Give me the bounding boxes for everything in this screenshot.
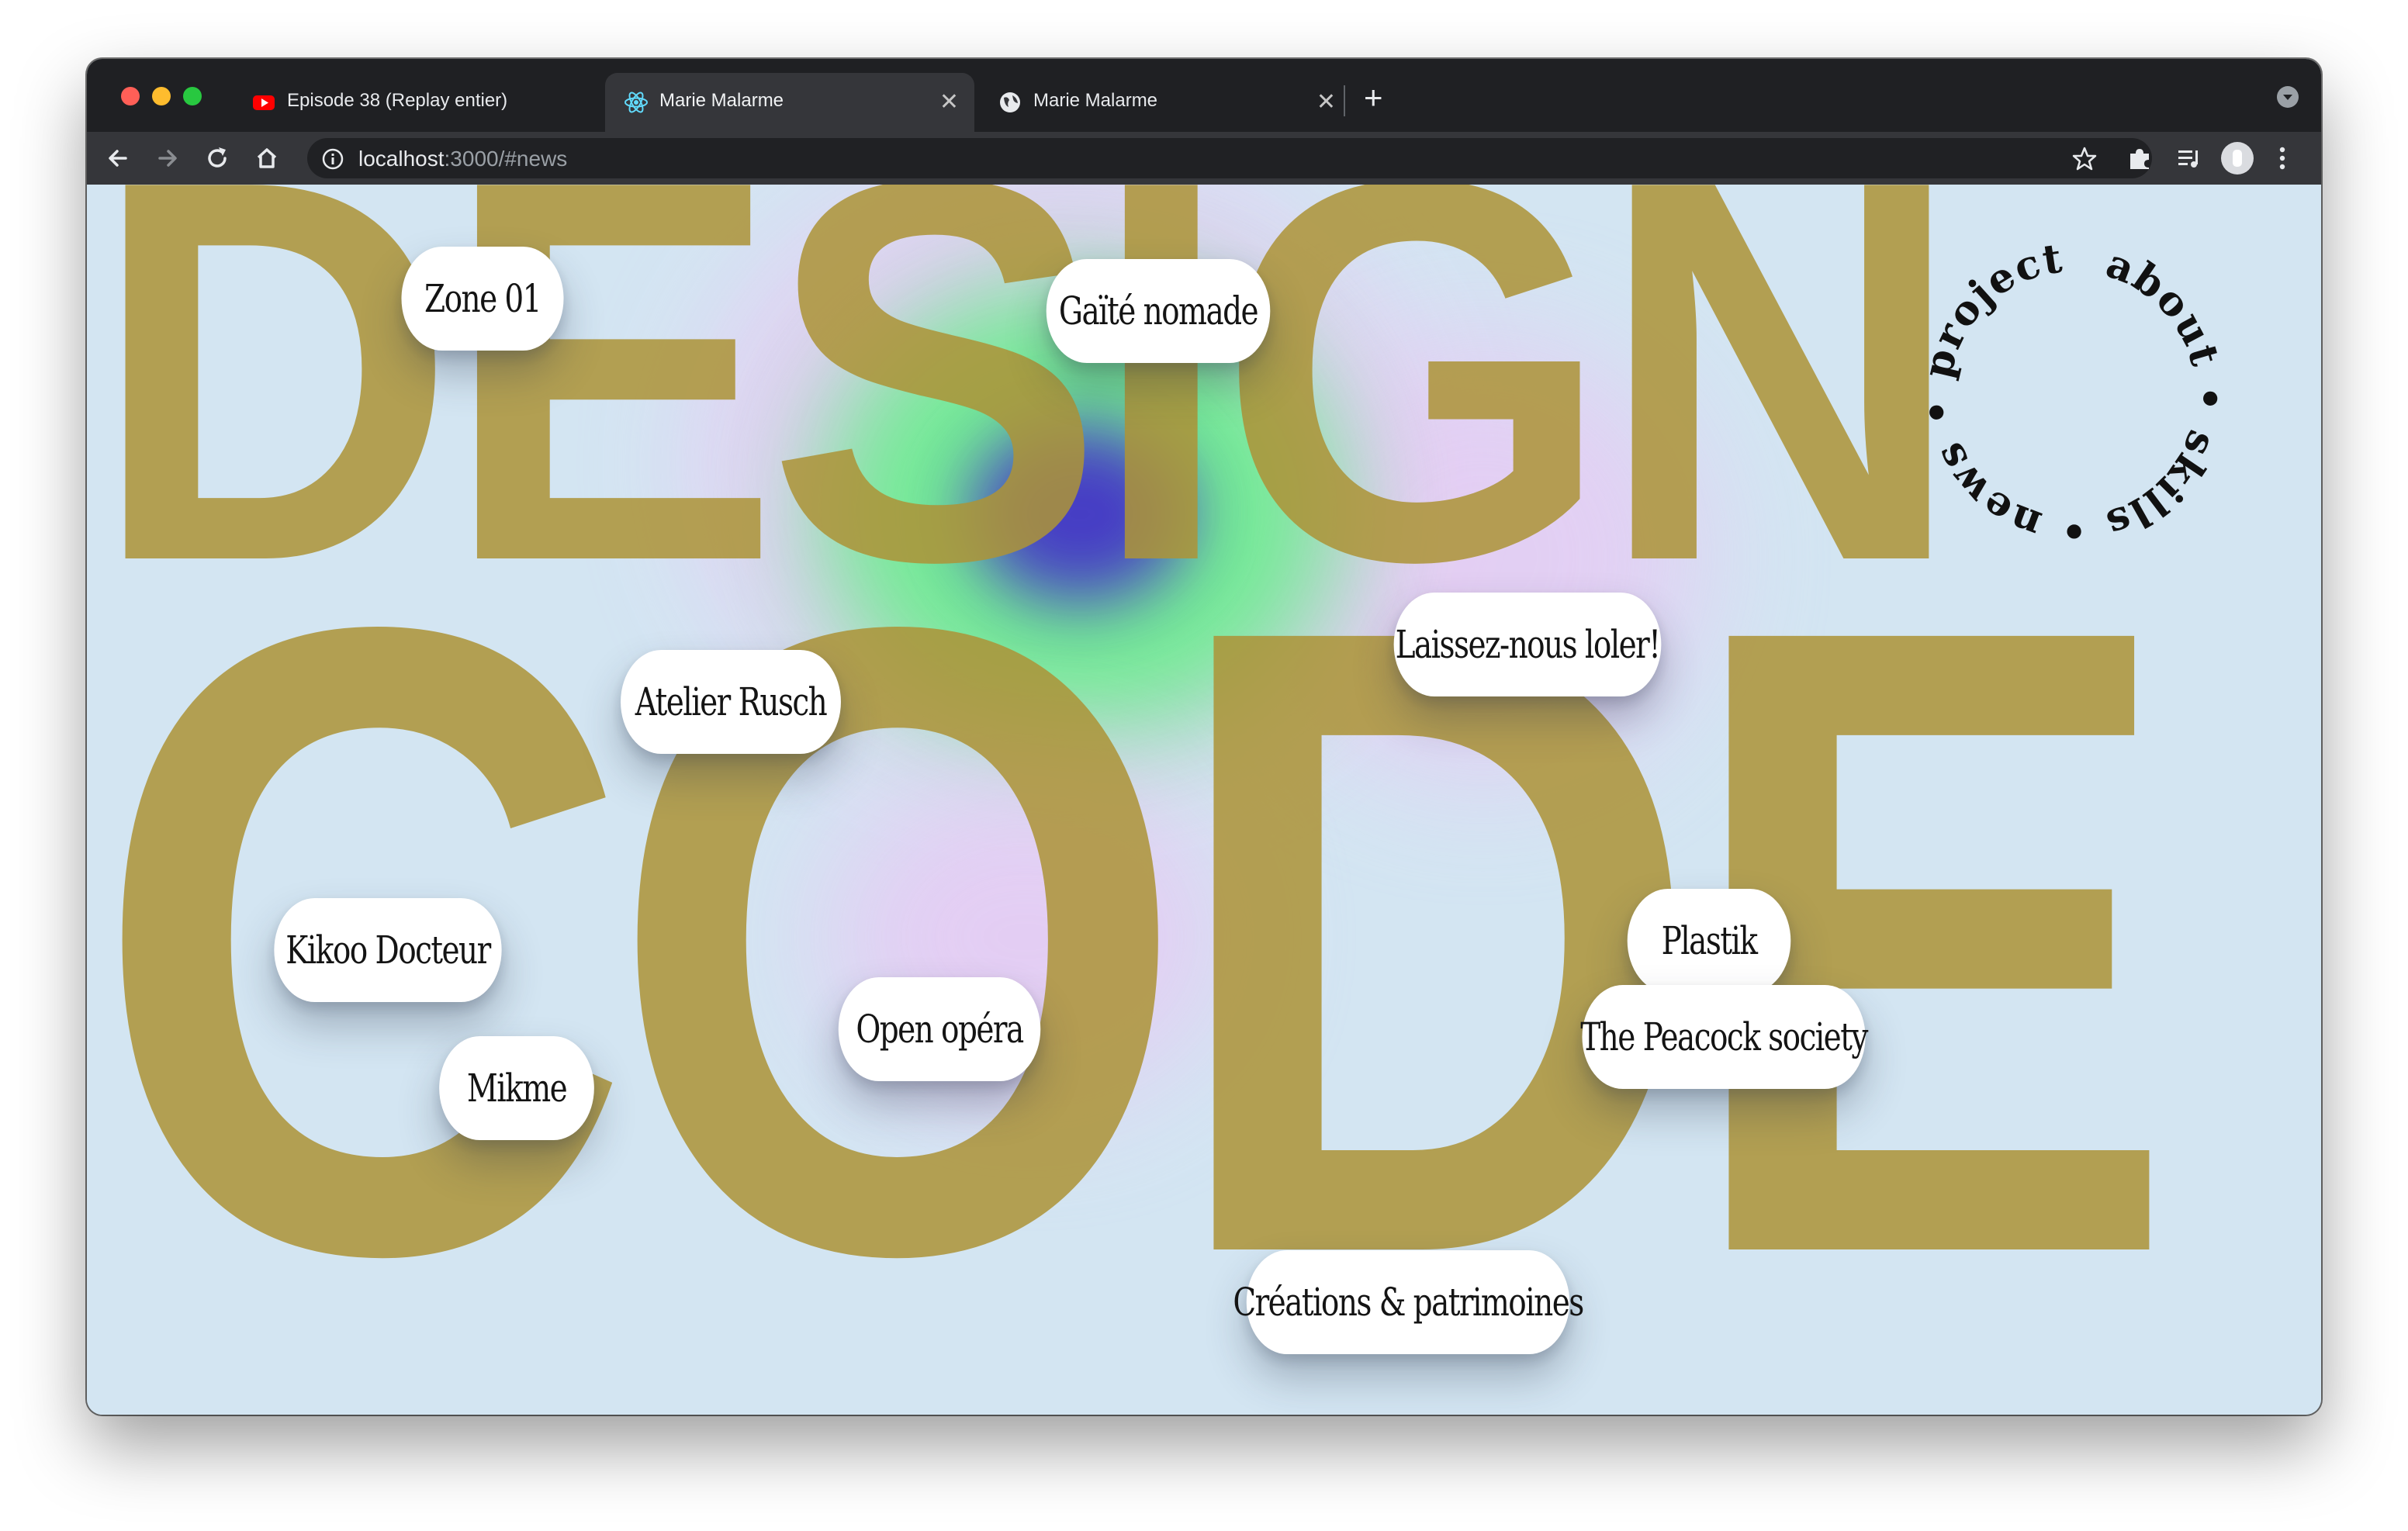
media-queue-icon[interactable] xyxy=(2175,144,2203,172)
maximize-window-button[interactable] xyxy=(183,87,202,105)
nav-link-about[interactable]: about xyxy=(2100,240,2229,372)
browser-window: Episode 38 (Replay entier) ✕ Marie Malar… xyxy=(87,59,2321,1415)
forward-arrow-icon[interactable] xyxy=(152,143,183,174)
circular-nav: about • skills • news • projects • xyxy=(1910,231,2233,554)
nav-separator: • xyxy=(2060,506,2087,554)
tab-marie-malarme-active[interactable]: Marie Malarme ✕ xyxy=(605,73,974,132)
minimize-window-button[interactable] xyxy=(152,87,171,105)
project-pill-plastik[interactable]: Plastik xyxy=(1627,889,1791,993)
url-host: localhost xyxy=(358,147,445,171)
close-tab-icon[interactable]: ✕ xyxy=(939,87,959,118)
back-arrow-icon[interactable] xyxy=(102,143,133,174)
tab-title: Marie Malarme xyxy=(1033,90,1158,111)
nav-link-news[interactable]: news xyxy=(1925,434,2047,548)
tab-title: Episode 38 (Replay entier) xyxy=(287,90,508,111)
profile-avatar[interactable] xyxy=(2220,141,2254,175)
svg-text:about • skills • news • projec: about • skills • news • projects • xyxy=(1910,231,2233,554)
tab-strip: Episode 38 (Replay entier) ✕ Marie Malar… xyxy=(87,59,2321,132)
tab-marie-malarme[interactable]: Marie Malarme ✕ xyxy=(979,73,1351,132)
new-tab-button[interactable]: + xyxy=(1364,79,1383,116)
nav-link-skills[interactable]: skills xyxy=(2099,424,2226,548)
youtube-icon xyxy=(253,95,275,110)
address-bar[interactable]: localhost:3000/#news xyxy=(307,138,2152,178)
project-pill-kikoo-docteur[interactable]: Kikoo Docteur xyxy=(274,898,502,1002)
tab-title: Marie Malarme xyxy=(659,90,784,111)
project-pill-mikme[interactable]: Mikme xyxy=(439,1036,594,1140)
home-icon[interactable] xyxy=(251,143,282,174)
bookmark-star-icon[interactable] xyxy=(2071,146,2098,172)
globe-icon xyxy=(1000,92,1020,112)
nav-link-projects[interactable]: projects xyxy=(1910,231,2067,382)
nav-separator: • xyxy=(2185,385,2233,414)
close-window-button[interactable] xyxy=(121,87,140,105)
project-pill-open-opera[interactable]: Open opéra xyxy=(838,977,1041,1081)
tab-separator xyxy=(1344,85,1345,116)
tab-search-icon[interactable] xyxy=(2276,85,2299,109)
project-pill-creations-patrimoines[interactable]: Créations & patrimoines xyxy=(1233,1250,1584,1354)
close-tab-icon[interactable]: ✕ xyxy=(1316,87,1336,118)
project-pill-atelier-rusch[interactable]: Atelier Rusch xyxy=(621,650,841,754)
nav-separator: • xyxy=(1910,231,1924,241)
page-content: DESIGN CODE about • skills • news • proj… xyxy=(87,185,2321,1415)
extensions-puzzle-icon[interactable] xyxy=(2126,144,2154,172)
browser-toolbar: localhost:3000/#news xyxy=(87,132,2321,185)
url-text: localhost:3000/#news xyxy=(358,147,567,171)
react-icon xyxy=(624,92,648,113)
more-menu-icon[interactable] xyxy=(2276,144,2289,172)
reload-icon[interactable] xyxy=(202,143,233,174)
project-pill-gaite-nomade[interactable]: Gaïté nomade xyxy=(1046,259,1271,363)
project-pill-zone-01[interactable]: Zone 01 xyxy=(401,247,564,351)
project-pill-laissez-nous-loler[interactable]: Laissez-nous loler! xyxy=(1393,593,1662,696)
url-path: :3000/#news xyxy=(444,147,568,171)
info-icon[interactable] xyxy=(321,147,344,171)
project-pill-peacock-society[interactable]: The Peacock society xyxy=(1580,985,1868,1089)
